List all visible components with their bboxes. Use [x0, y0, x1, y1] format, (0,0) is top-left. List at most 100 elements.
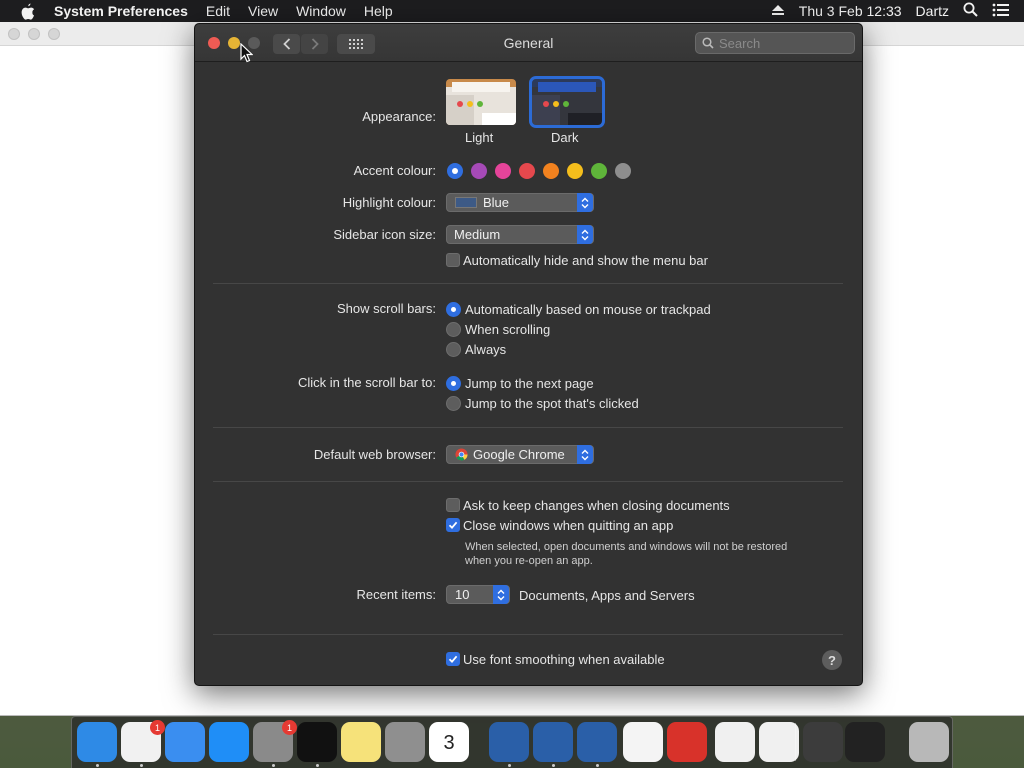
ask-keep-changes-checkbox[interactable] [446, 498, 460, 512]
dock: 1 1 3 [71, 716, 953, 768]
accent-colour-swatch[interactable] [591, 163, 607, 179]
background-zoom-button[interactable] [48, 28, 60, 40]
accent-colour-swatch[interactable] [543, 163, 559, 179]
font-smoothing-label: Use font smoothing when available [463, 652, 665, 667]
menu-window[interactable]: Window [296, 3, 346, 19]
appearance-label: Appearance: [362, 109, 436, 124]
popup-arrows-icon [577, 445, 593, 464]
menu-help[interactable]: Help [364, 3, 393, 19]
applications-folder-icon[interactable] [803, 722, 843, 762]
control-list-icon[interactable] [992, 3, 1010, 20]
jump-spot-clicked-radio[interactable] [446, 396, 461, 411]
appearance-light-label: Light [465, 130, 494, 145]
launchpad-icon[interactable] [385, 722, 425, 762]
search-field[interactable] [695, 32, 855, 54]
menu-bar: System Preferences Edit View Window Help… [0, 0, 1024, 22]
menu-datetime[interactable]: Thu 3 Feb 12:33 [799, 3, 902, 19]
accent-colour-swatch[interactable] [447, 163, 463, 179]
running-indicator [316, 764, 319, 767]
background-minimize-button[interactable] [28, 28, 40, 40]
accent-colour-swatch[interactable] [471, 163, 487, 179]
running-indicator [272, 764, 275, 767]
background-close-button[interactable] [8, 28, 20, 40]
chrome-icon [455, 448, 468, 461]
accent-colour-swatch[interactable] [495, 163, 511, 179]
default-browser-value: Google Chrome [473, 447, 565, 462]
app-store-icon[interactable] [209, 722, 249, 762]
close-windows-note-line1: When selected, open documents and window… [465, 541, 788, 553]
running-indicator [596, 764, 599, 767]
scroll-bars-always-radio[interactable] [446, 342, 461, 357]
accent-colour-swatch[interactable] [567, 163, 583, 179]
accent-colour-label: Accent colour: [353, 163, 436, 178]
scroll-bars-when-scrolling-radio[interactable] [446, 322, 461, 337]
search-icon [702, 37, 714, 49]
default-browser-popup[interactable]: Google Chrome [446, 445, 594, 464]
chrome-icon[interactable]: 1 [121, 720, 165, 762]
divider [213, 481, 843, 482]
ask-keep-changes-label: Ask to keep changes when closing documen… [463, 498, 730, 513]
virtualbox-icon[interactable] [489, 722, 529, 762]
running-indicator [140, 764, 143, 767]
sidebar-icon-size-label: Sidebar icon size: [333, 227, 436, 242]
appearance-dark-option[interactable] [529, 76, 605, 128]
running-indicator [96, 764, 99, 767]
jump-spot-clicked-label: Jump to the spot that's clicked [465, 396, 639, 411]
popup-arrows-icon [577, 225, 593, 244]
appearance-light-option[interactable] [446, 79, 516, 125]
jump-next-page-radio[interactable] [446, 376, 461, 391]
burst-app-icon[interactable] [667, 722, 707, 762]
notes-icon[interactable] [341, 722, 381, 762]
close-windows-note-line2: when you re-open an app. [465, 555, 593, 567]
apple-icon[interactable] [20, 3, 38, 20]
eject-icon[interactable] [771, 3, 785, 19]
jump-next-page-label: Jump to the next page [465, 376, 594, 391]
close-windows-checkbox[interactable] [446, 518, 460, 532]
menu-edit[interactable]: Edit [206, 3, 230, 19]
system-preferences-icon[interactable]: 1 [253, 720, 297, 762]
scroll-bars-always-label: Always [465, 342, 507, 357]
document-icon[interactable] [715, 722, 755, 762]
menu-view[interactable]: View [248, 3, 278, 19]
help-button[interactable]: ? [822, 650, 842, 670]
show-scroll-bars-label: Show scroll bars: [337, 301, 436, 316]
window-titlebar: General [195, 24, 862, 62]
recent-items-value: 10 [455, 587, 470, 602]
menu-user[interactable]: Dartz [916, 3, 949, 19]
virtualbox-icon[interactable] [533, 722, 573, 762]
calendar-day: 3 [443, 732, 455, 754]
sidebar-icon-size-value: Medium [454, 227, 501, 242]
auto-hide-menu-bar-label: Automatically hide and show the menu bar [463, 253, 708, 268]
scroll-bars-auto-radio[interactable] [446, 302, 461, 317]
general-preferences-window: General Appearance: Light Dark Accent co… [194, 23, 863, 686]
dock-separator [795, 723, 796, 761]
running-indicator [552, 764, 555, 767]
appearance-dark-label: Dark [551, 130, 579, 145]
sidebar-icon-size-popup[interactable]: Medium [446, 225, 594, 244]
search-input[interactable] [719, 35, 849, 51]
recent-items-suffix: Documents, Apps and Servers [519, 588, 695, 603]
calendar-icon[interactable]: 3 [429, 722, 469, 762]
virtualbox-icon[interactable] [577, 722, 617, 762]
menu-app-name[interactable]: System Preferences [54, 3, 188, 19]
finder-icon[interactable] [77, 722, 117, 762]
trash-icon[interactable] [909, 722, 949, 762]
document-icon[interactable] [759, 722, 799, 762]
default-browser-label: Default web browser: [313, 447, 436, 462]
accent-colour-swatch[interactable] [519, 163, 535, 179]
recent-items-popup[interactable]: 10 [446, 585, 510, 604]
downloads-stack-icon[interactable] [845, 722, 885, 762]
accent-colour-swatch[interactable] [615, 163, 631, 179]
running-indicator [508, 764, 511, 767]
highlight-colour-popup[interactable]: Blue [446, 193, 594, 212]
checkmark-icon [448, 521, 458, 530]
highlight-colour-value: Blue [483, 195, 510, 210]
safari-icon[interactable] [165, 722, 205, 762]
terminal-icon[interactable] [297, 722, 337, 762]
spotlight-search-icon[interactable] [963, 2, 978, 20]
textedit-icon[interactable] [623, 722, 663, 762]
font-smoothing-checkbox[interactable] [446, 652, 460, 666]
recent-items-label: Recent items: [356, 587, 436, 602]
click-scroll-bar-label: Click in the scroll bar to: [298, 375, 436, 390]
auto-hide-menu-bar-checkbox[interactable] [446, 253, 460, 267]
